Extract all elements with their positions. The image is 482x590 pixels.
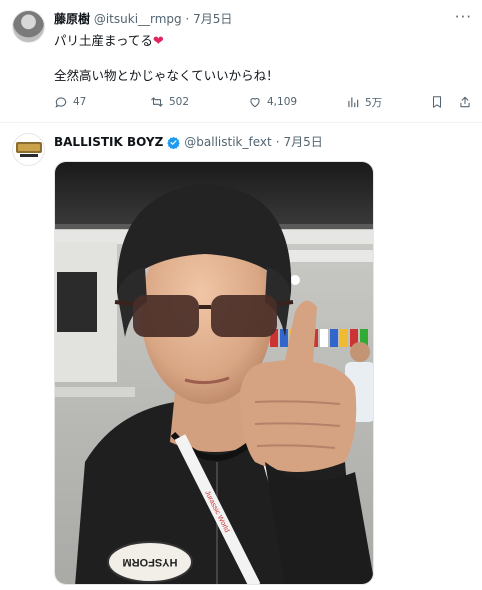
author-name[interactable]: 藤原樹 <box>54 12 90 26</box>
share-icon <box>460 96 470 108</box>
original-tweet[interactable]: BALLISTIK BOYZ @ballistik_fext · 7月5日 Ju… <box>0 123 482 590</box>
verified-badge-icon <box>167 136 181 149</box>
reply-button[interactable]: 47 <box>54 92 86 112</box>
selfie-photo-image: Jurassic World HYSFORM <box>55 162 373 584</box>
retweet-button[interactable]: 502 <box>150 92 189 112</box>
reply-count: 47 <box>73 96 87 108</box>
view-count: 5万 <box>365 96 383 109</box>
retweet-count: 502 <box>169 96 190 108</box>
bar-chart-icon <box>348 97 359 108</box>
retweet-icon <box>151 97 163 107</box>
tweet-actions: 47 502 4,109 5万 <box>54 92 474 112</box>
heart-icon <box>250 98 260 108</box>
views-button[interactable]: 5万 <box>346 92 382 112</box>
tweet-photo[interactable]: Jurassic World HYSFORM <box>54 161 374 585</box>
more-options-icon[interactable]: ··· <box>455 8 472 26</box>
bookmark-button[interactable] <box>430 92 444 112</box>
tweet-text-line-2: 全然高い物とかじゃなくていいからね！ <box>54 68 279 83</box>
red-heart-icon: ❤ <box>152 34 164 49</box>
author-handle[interactable]: @itsuki__rmpg <box>94 12 182 26</box>
like-button[interactable]: 4,109 <box>248 92 297 112</box>
tweet-text: パリ土産まってる <box>54 33 153 48</box>
separator: · <box>185 12 190 26</box>
share-button[interactable] <box>458 92 472 112</box>
separator: · <box>275 135 280 149</box>
bookmark-icon <box>432 96 442 108</box>
tweet-date[interactable]: 7月5日 <box>193 12 232 26</box>
author-name[interactable]: BALLISTIK BOYZ <box>54 134 163 150</box>
avatar[interactable] <box>12 133 45 166</box>
like-count: 4,109 <box>267 96 298 108</box>
reply-icon <box>55 97 67 108</box>
tweet-header: BALLISTIK BOYZ @ballistik_fext · 7月5日 <box>54 134 323 150</box>
ballistik-boyz-logo <box>15 141 42 157</box>
tweet-date[interactable]: 7月5日 <box>284 134 323 150</box>
tweet-text-line: パリ土産まってる❤ <box>54 32 164 51</box>
avatar[interactable] <box>12 10 45 43</box>
author-handle[interactable]: @ballistik_fext <box>184 134 271 150</box>
reply-tweet[interactable]: 藤原樹 @itsuki__rmpg · 7月5日 ··· パリ土産まってる❤ 全… <box>0 0 482 120</box>
sweatshirt-patch-text: HYSFORM <box>123 556 178 568</box>
tweet-header: 藤原樹 @itsuki__rmpg · 7月5日 <box>54 11 232 27</box>
